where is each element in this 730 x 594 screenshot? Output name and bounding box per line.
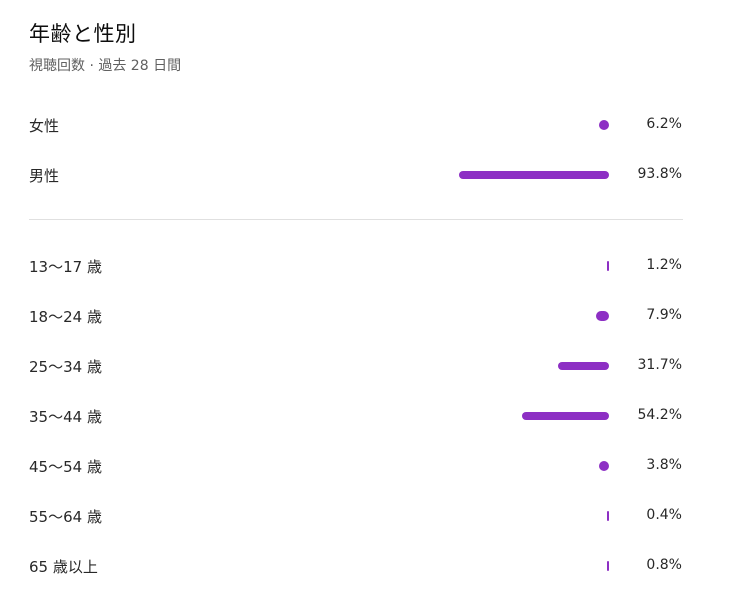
chart-row: 男性 93.8% — [0, 160, 730, 190]
section-divider — [29, 219, 683, 220]
chart-row: 65 歳以上 0.8% — [0, 551, 730, 581]
category-label: 35〜44 歳 — [29, 408, 102, 426]
chart-row: 35〜44 歳 54.2% — [0, 401, 730, 431]
category-label: 18〜24 歳 — [29, 308, 102, 326]
chart-subtitle: 視聴回数 · 過去 28 日間 — [29, 58, 182, 74]
chart-row: 18〜24 歳 7.9% — [0, 301, 730, 331]
bar — [607, 561, 609, 571]
value-label: 0.4% — [646, 507, 682, 523]
category-label: 男性 — [29, 167, 60, 185]
bar — [596, 311, 609, 321]
value-label: 0.8% — [646, 557, 682, 573]
category-label: 45〜54 歳 — [29, 458, 102, 476]
bar — [522, 412, 609, 420]
chart-row: 55〜64 歳 0.4% — [0, 501, 730, 531]
category-label: 女性 — [29, 117, 60, 135]
bar — [599, 120, 609, 130]
chart-row: 45〜54 歳 3.8% — [0, 451, 730, 481]
category-label: 65 歳以上 — [29, 558, 98, 576]
value-label: 3.8% — [646, 457, 682, 473]
bar — [599, 461, 609, 471]
category-label: 55〜64 歳 — [29, 508, 102, 526]
value-label: 1.2% — [646, 257, 682, 273]
chart-title: 年齢と性別 — [29, 22, 137, 46]
chart-row: 女性 6.2% — [0, 110, 730, 140]
value-label: 31.7% — [637, 357, 682, 373]
chart-row: 25〜34 歳 31.7% — [0, 351, 730, 381]
value-label: 93.8% — [637, 166, 682, 182]
value-label: 6.2% — [646, 116, 682, 132]
bar — [607, 261, 609, 271]
category-label: 13〜17 歳 — [29, 258, 102, 276]
bar — [458, 171, 609, 179]
value-label: 54.2% — [637, 407, 682, 423]
value-label: 7.9% — [646, 307, 682, 323]
bar — [558, 362, 609, 370]
bar — [607, 511, 609, 521]
category-label: 25〜34 歳 — [29, 358, 102, 376]
chart-row: 13〜17 歳 1.2% — [0, 251, 730, 281]
